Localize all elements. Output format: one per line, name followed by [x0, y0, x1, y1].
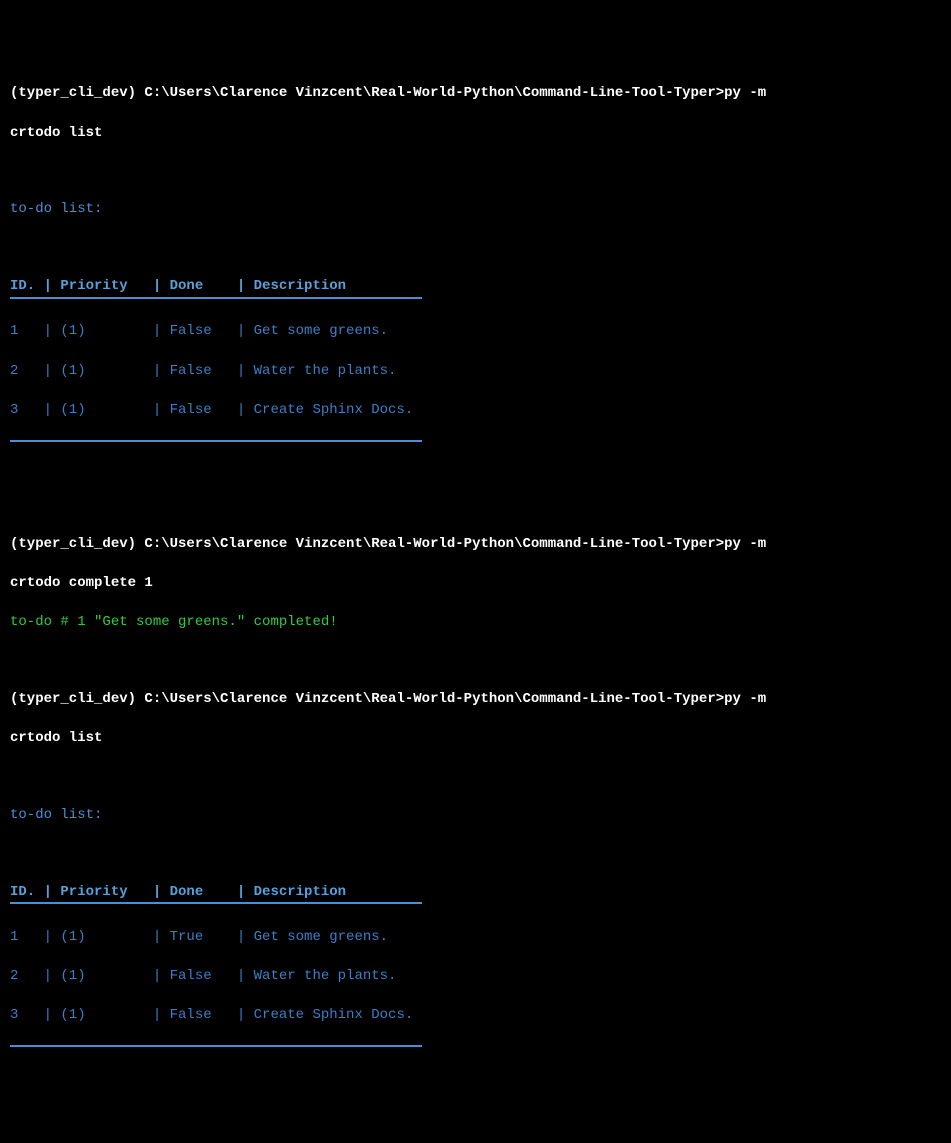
table-row: 2 | (1) | False | Water the plants. [10, 967, 941, 987]
table-row: 1 | (1) | False | Get some greens. [10, 322, 941, 342]
table-underline-bottom-1 [10, 440, 422, 442]
table-underline-bottom-2 [10, 1045, 422, 1047]
blank [10, 497, 941, 515]
blank [10, 459, 941, 477]
table-row: 2 | (1) | False | Water the plants. [10, 362, 941, 382]
complete-message: to-do # 1 "Get some greens." completed! [10, 613, 941, 633]
prompt-line-1b: crtodo list [10, 124, 941, 144]
blank [10, 240, 941, 258]
prompt-line-3a: (typer_cli_dev) C:\Users\Clarence Vinzce… [10, 690, 941, 710]
table-header-1: ID. | Priority | Done | Description [10, 277, 422, 299]
blank [10, 845, 941, 863]
table-row: 3 | (1) | False | Create Sphinx Docs. [10, 401, 941, 421]
table-header-2: ID. | Priority | Done | Description [10, 883, 422, 905]
prompt-line-2b: crtodo complete 1 [10, 574, 941, 594]
prompt-line-1a: (typer_cli_dev) C:\Users\Clarence Vinzce… [10, 84, 941, 104]
table-row: 3 | (1) | False | Create Sphinx Docs. [10, 1006, 941, 1026]
prompt-line-2a: (typer_cli_dev) C:\Users\Clarence Vinzce… [10, 535, 941, 555]
blank [10, 163, 941, 181]
list-title-2: to-do list: [10, 806, 941, 826]
blank [10, 768, 941, 786]
table-row: 1 | (1) | True | Get some greens. [10, 928, 941, 948]
blank [10, 652, 941, 670]
prompt-line-3b: crtodo list [10, 729, 941, 749]
list-title-1: to-do list: [10, 200, 941, 220]
blank-small [10, 299, 941, 303]
blank-small [10, 904, 941, 908]
